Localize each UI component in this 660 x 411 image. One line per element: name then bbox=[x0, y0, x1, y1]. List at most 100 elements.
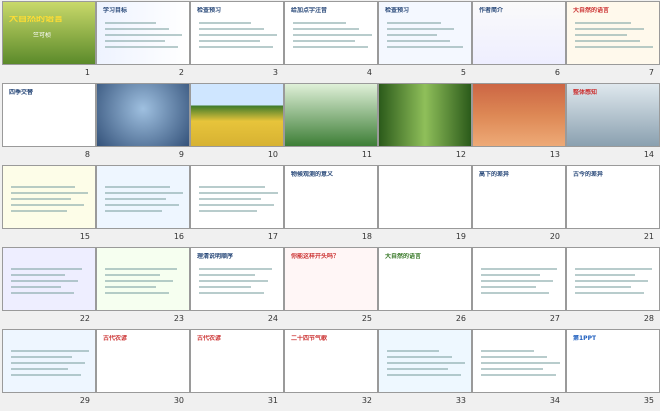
slide-thumbnail[interactable]: 古代农谚 31 bbox=[190, 329, 284, 411]
slide-preview: 四季交替 bbox=[2, 83, 96, 147]
slide-thumbnail[interactable]: 17 bbox=[190, 165, 284, 247]
slide-thumbnail[interactable]: 整体感知 14 bbox=[566, 83, 660, 165]
slide-number: 35 bbox=[643, 396, 654, 405]
slide-thumbnail[interactable]: 物候观测的意义 18 bbox=[284, 165, 378, 247]
slide-thumbnail[interactable]: 11 bbox=[284, 83, 378, 165]
slide-thumbnail[interactable]: 10 bbox=[190, 83, 284, 165]
slide-thumbnail[interactable]: 13 bbox=[472, 83, 566, 165]
slide-title: 检查预习 bbox=[385, 7, 410, 14]
slide-number: 34 bbox=[549, 396, 560, 405]
slide-preview bbox=[96, 247, 190, 311]
slide-number: 3 bbox=[272, 68, 278, 77]
slide-preview: 大自然的语言 bbox=[378, 247, 472, 311]
text-lines bbox=[191, 18, 283, 52]
slide-title: 学习目标 bbox=[103, 7, 128, 14]
slide-number: 7 bbox=[648, 68, 654, 77]
slide-preview: 理清说明顺序 bbox=[190, 247, 284, 311]
slide-title: 第1PPT bbox=[573, 335, 597, 342]
slide-preview: 第1PPT bbox=[566, 329, 660, 393]
slide-number: 15 bbox=[79, 232, 90, 241]
slide-thumbnail[interactable]: 28 bbox=[566, 247, 660, 329]
slide-title: 理清说明顺序 bbox=[197, 253, 234, 260]
slide-thumbnail[interactable]: 大自然的语言 7 bbox=[566, 1, 660, 83]
text-lines bbox=[97, 18, 189, 52]
slide-preview: 大自然的语言 bbox=[566, 1, 660, 65]
slide-preview bbox=[566, 247, 660, 311]
slide-number: 11 bbox=[361, 150, 372, 159]
slide-title: 古今的差异 bbox=[573, 171, 604, 178]
slide-thumbnail[interactable]: 第1PPT 35 bbox=[566, 329, 660, 411]
slide-thumbnail[interactable]: 大自然的语言 竺可桢 1 bbox=[2, 1, 96, 83]
slide-preview: 作者简介 bbox=[472, 1, 566, 65]
slide-preview: 你能这样开头吗？ bbox=[284, 247, 378, 311]
slide-number: 33 bbox=[455, 396, 466, 405]
slide-thumbnail[interactable]: 12 bbox=[378, 83, 472, 165]
text-lines bbox=[285, 18, 377, 52]
slide-thumbnail[interactable]: 给加点字注音 4 bbox=[284, 1, 378, 83]
slide-title: 给加点字注音 bbox=[291, 7, 328, 14]
slide-number: 26 bbox=[455, 314, 466, 323]
slide-thumbnail[interactable]: 33 bbox=[378, 329, 472, 411]
slide-preview bbox=[472, 329, 566, 393]
slide-thumbnail[interactable]: 34 bbox=[472, 329, 566, 411]
slide-thumbnail[interactable]: 检查预习 3 bbox=[190, 1, 284, 83]
slide-number: 14 bbox=[643, 150, 654, 159]
slide-thumbnail[interactable]: 你能这样开头吗？ 25 bbox=[284, 247, 378, 329]
text-lines bbox=[191, 182, 283, 216]
slide-number: 20 bbox=[549, 232, 560, 241]
slide-preview bbox=[378, 165, 472, 229]
slide-title: 古代农谚 bbox=[197, 335, 222, 342]
text-lines bbox=[97, 182, 189, 216]
slide-number: 12 bbox=[455, 150, 466, 159]
slide-title: 整体感知 bbox=[573, 89, 598, 96]
slide-number: 10 bbox=[267, 150, 278, 159]
slide-thumbnail[interactable]: 检查预习 5 bbox=[378, 1, 472, 83]
slide-thumbnail[interactable]: 27 bbox=[472, 247, 566, 329]
slide-number: 9 bbox=[178, 150, 184, 159]
slide-preview bbox=[96, 165, 190, 229]
slide-thumbnail[interactable]: 16 bbox=[96, 165, 190, 247]
slide-number: 24 bbox=[267, 314, 278, 323]
slide-thumbnail[interactable]: 学习目标 2 bbox=[96, 1, 190, 83]
slide-thumbnail[interactable]: 22 bbox=[2, 247, 96, 329]
slide-number: 31 bbox=[267, 396, 278, 405]
slide-thumbnail[interactable]: 19 bbox=[378, 165, 472, 247]
slide-thumbnail[interactable]: 作者简介 6 bbox=[472, 1, 566, 83]
slide-thumbnail[interactable]: 高下的差异 20 bbox=[472, 165, 566, 247]
slide-thumbnail[interactable]: 四季交替 8 bbox=[2, 83, 96, 165]
slide-number: 23 bbox=[173, 314, 184, 323]
text-lines bbox=[3, 346, 95, 380]
slide-thumbnail[interactable]: 15 bbox=[2, 165, 96, 247]
slide-thumbnail[interactable]: 古代农谚 30 bbox=[96, 329, 190, 411]
slide-thumbnail[interactable]: 9 bbox=[96, 83, 190, 165]
text-lines bbox=[3, 182, 95, 216]
slide-preview bbox=[472, 83, 566, 147]
slide-number: 13 bbox=[549, 150, 560, 159]
slide-number: 5 bbox=[460, 68, 466, 77]
text-lines bbox=[473, 346, 565, 380]
slide-preview: 古今的差异 bbox=[566, 165, 660, 229]
slide-title: 检查预习 bbox=[197, 7, 222, 14]
slide-preview: 检查预习 bbox=[378, 1, 472, 65]
slide-preview bbox=[2, 247, 96, 311]
slide-thumbnail[interactable]: 29 bbox=[2, 329, 96, 411]
slide-thumbnail[interactable]: 二十四节气歌 32 bbox=[284, 329, 378, 411]
slide-number: 2 bbox=[178, 68, 184, 77]
slide-number: 17 bbox=[267, 232, 278, 241]
slide-thumbnail[interactable]: 古今的差异 21 bbox=[566, 165, 660, 247]
text-lines bbox=[3, 264, 95, 298]
slide-subtitle: 竺可桢 bbox=[33, 32, 52, 39]
slide-preview bbox=[190, 165, 284, 229]
slide-title: 大自然的语言 bbox=[9, 16, 64, 23]
slide-thumbnail[interactable]: 大自然的语言 26 bbox=[378, 247, 472, 329]
slide-thumbnail[interactable]: 23 bbox=[96, 247, 190, 329]
text-lines bbox=[97, 264, 189, 298]
slide-title: 古代农谚 bbox=[103, 335, 128, 342]
slide-preview: 古代农谚 bbox=[190, 329, 284, 393]
slide-preview: 给加点字注音 bbox=[284, 1, 378, 65]
slide-title: 作者简介 bbox=[479, 7, 504, 14]
slide-number: 28 bbox=[643, 314, 654, 323]
slide-title: 二十四节气歌 bbox=[291, 335, 328, 342]
slide-thumbnail[interactable]: 理清说明顺序 24 bbox=[190, 247, 284, 329]
slide-number: 18 bbox=[361, 232, 372, 241]
